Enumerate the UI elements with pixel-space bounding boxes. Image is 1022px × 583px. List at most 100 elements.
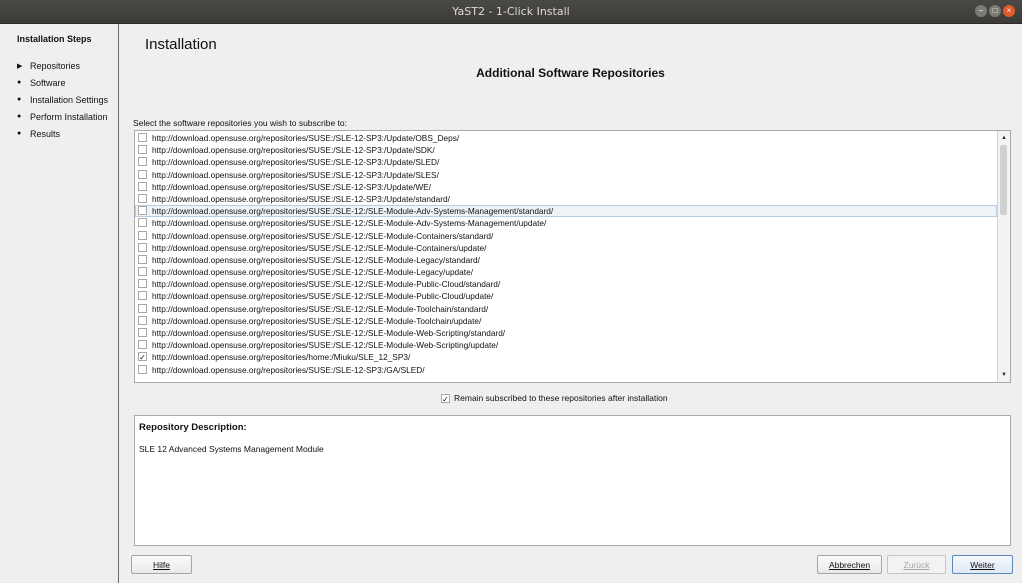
repository-checkbox[interactable] (138, 328, 147, 337)
repository-checkbox[interactable] (138, 133, 147, 142)
repository-checkbox[interactable] (138, 157, 147, 167)
maximize-icon[interactable]: □ (989, 5, 1001, 17)
repository-checkbox[interactable]: ✓ (138, 352, 147, 362)
repository-checkbox[interactable] (138, 364, 147, 374)
repository-row[interactable]: http://download.opensuse.org/repositorie… (135, 242, 997, 254)
repository-list-label: Select the software repositories you wis… (133, 118, 348, 128)
repository-rows: http://download.opensuse.org/repositorie… (135, 132, 997, 376)
repository-checkbox[interactable] (138, 315, 147, 325)
repository-checkbox[interactable] (138, 193, 147, 203)
repository-row[interactable]: http://download.opensuse.org/repositorie… (135, 278, 997, 290)
repository-row[interactable]: http://download.opensuse.org/repositorie… (135, 205, 997, 218)
back-button-label: Zurück (903, 559, 930, 570)
repository-row[interactable]: http://download.opensuse.org/repositorie… (135, 193, 997, 205)
repository-url: http://download.opensuse.org/repositorie… (152, 328, 506, 338)
repository-url: http://download.opensuse.org/repositorie… (152, 291, 494, 302)
remain-subscribed-label: Remain subscribed to these repositories … (454, 393, 668, 403)
repository-url: http://download.opensuse.org/repositorie… (152, 181, 432, 192)
next-button[interactable]: Weiter (952, 555, 1013, 574)
abort-button-label: Abbrechen (828, 559, 871, 570)
repository-checkbox[interactable] (138, 242, 147, 252)
step-item: ● Perform Installation (17, 108, 108, 125)
next-button-label: Weiter (970, 559, 995, 570)
repository-row[interactable]: http://download.opensuse.org/repositorie… (135, 132, 997, 144)
repository-row[interactable]: http://download.opensuse.org/repositorie… (135, 254, 997, 266)
repository-list[interactable]: http://download.opensuse.org/repositorie… (134, 130, 1011, 383)
step-bullet-icon: ● (17, 96, 22, 103)
minimize-icon[interactable]: − (975, 5, 987, 17)
step-label: Perform Installation (30, 111, 108, 122)
scroll-up-icon[interactable]: ▲ (998, 132, 1010, 144)
repository-url: http://download.opensuse.org/repositorie… (152, 315, 482, 326)
step-label: Installation Settings (30, 94, 109, 105)
repository-url: http://download.opensuse.org/repositorie… (152, 169, 439, 180)
sidebar-heading: Installation Steps (17, 34, 92, 44)
repository-checkbox[interactable] (138, 279, 147, 289)
step-item: ● Installation Settings (17, 91, 108, 108)
scroll-down-icon[interactable]: ▼ (998, 369, 1010, 381)
step-label: Repositories (30, 60, 81, 71)
help-button-label: Hilfe (152, 559, 170, 570)
repository-url: http://download.opensuse.org/repositorie… (152, 133, 460, 143)
repository-url: http://download.opensuse.org/repositorie… (152, 145, 435, 156)
repository-url: http://download.opensuse.org/repositorie… (152, 340, 499, 351)
main-content: Installation Additional Software Reposit… (119, 24, 1022, 583)
step-bullet-icon: ● (17, 130, 22, 137)
repository-row[interactable]: http://download.opensuse.org/repositorie… (135, 303, 997, 315)
repository-url: http://download.opensuse.org/repositorie… (152, 352, 411, 363)
scrollbar-thumb[interactable] (1000, 145, 1007, 215)
repository-row[interactable]: http://download.opensuse.org/repositorie… (135, 156, 997, 168)
repository-checkbox[interactable] (138, 169, 147, 179)
repository-checkbox[interactable] (138, 254, 147, 264)
repository-checkbox[interactable] (138, 340, 147, 350)
repository-checkbox[interactable] (138, 181, 147, 191)
repository-row[interactable]: http://download.opensuse.org/repositorie… (135, 315, 997, 327)
description-heading: Repository Description: (139, 422, 247, 433)
close-icon[interactable]: × (1003, 5, 1015, 17)
repository-row[interactable]: http://download.opensuse.org/repositorie… (135, 144, 997, 156)
repository-row[interactable]: http://download.opensuse.org/repositorie… (135, 327, 997, 339)
repository-checkbox[interactable] (138, 230, 147, 240)
repository-row[interactable]: http://download.opensuse.org/repositorie… (135, 169, 997, 181)
repository-checkbox[interactable] (138, 267, 147, 277)
repository-description-box: Repository Description: SLE 12 Advanced … (134, 415, 1011, 546)
repository-row[interactable]: http://download.opensuse.org/repositorie… (135, 181, 997, 193)
repository-url: http://download.opensuse.org/repositorie… (152, 218, 547, 229)
remain-subscribed-checkbox[interactable]: ✓ (441, 393, 450, 404)
repository-checkbox[interactable] (138, 206, 147, 216)
repository-row[interactable]: http://download.opensuse.org/repositorie… (135, 290, 997, 302)
remain-subscribed-option[interactable]: ✓ Remain subscribed to these repositorie… (441, 393, 668, 404)
repository-row[interactable]: http://download.opensuse.org/repositorie… (135, 217, 997, 229)
repository-row[interactable]: http://download.opensuse.org/repositorie… (135, 364, 997, 376)
repository-url: http://download.opensuse.org/repositorie… (152, 364, 425, 375)
window-controls: − □ × (975, 5, 1015, 17)
step-item: ● Results (17, 125, 108, 142)
page-title: Installation (145, 36, 217, 53)
repository-checkbox[interactable] (138, 145, 147, 155)
window-title: YaST2 - 1-Click Install (452, 5, 570, 18)
repository-checkbox[interactable] (138, 218, 147, 228)
step-bullet-icon: ● (17, 113, 22, 120)
help-button[interactable]: Hilfe (131, 555, 192, 574)
repository-list-scrollbar[interactable]: ▲ ▼ (997, 131, 1010, 382)
abort-button[interactable]: Abbrechen (817, 555, 882, 574)
step-item: ▶ Repositories (17, 57, 108, 74)
repository-checkbox[interactable] (138, 291, 147, 301)
repository-url: http://download.opensuse.org/repositorie… (152, 303, 489, 314)
description-text: SLE 12 Advanced Systems Management Modul… (139, 444, 324, 454)
repository-row[interactable]: http://download.opensuse.org/repositorie… (135, 266, 997, 278)
repository-url: http://download.opensuse.org/repositorie… (152, 193, 450, 204)
section-title: Additional Software Repositories (476, 66, 665, 80)
current-step-arrow-icon: ▶ (17, 62, 23, 70)
repository-row[interactable]: http://download.opensuse.org/repositorie… (135, 339, 997, 351)
repository-url: http://download.opensuse.org/repositorie… (152, 254, 480, 265)
steps-list: ▶ Repositories ● Software ● Installation Sett… (17, 57, 108, 142)
window-titlebar[interactable]: YaST2 - 1-Click Install − □ × (0, 0, 1022, 24)
repository-row[interactable]: http://download.opensuse.org/repositorie… (135, 230, 997, 242)
step-label: Results (30, 128, 61, 139)
repository-checkbox[interactable] (138, 303, 147, 313)
repository-url: http://download.opensuse.org/repositorie… (152, 267, 474, 278)
repository-row[interactable]: ✓ http://download.opensuse.org/repositori… (135, 351, 997, 363)
back-button[interactable]: Zurück (887, 555, 946, 574)
repository-url: http://download.opensuse.org/repositorie… (152, 206, 554, 217)
